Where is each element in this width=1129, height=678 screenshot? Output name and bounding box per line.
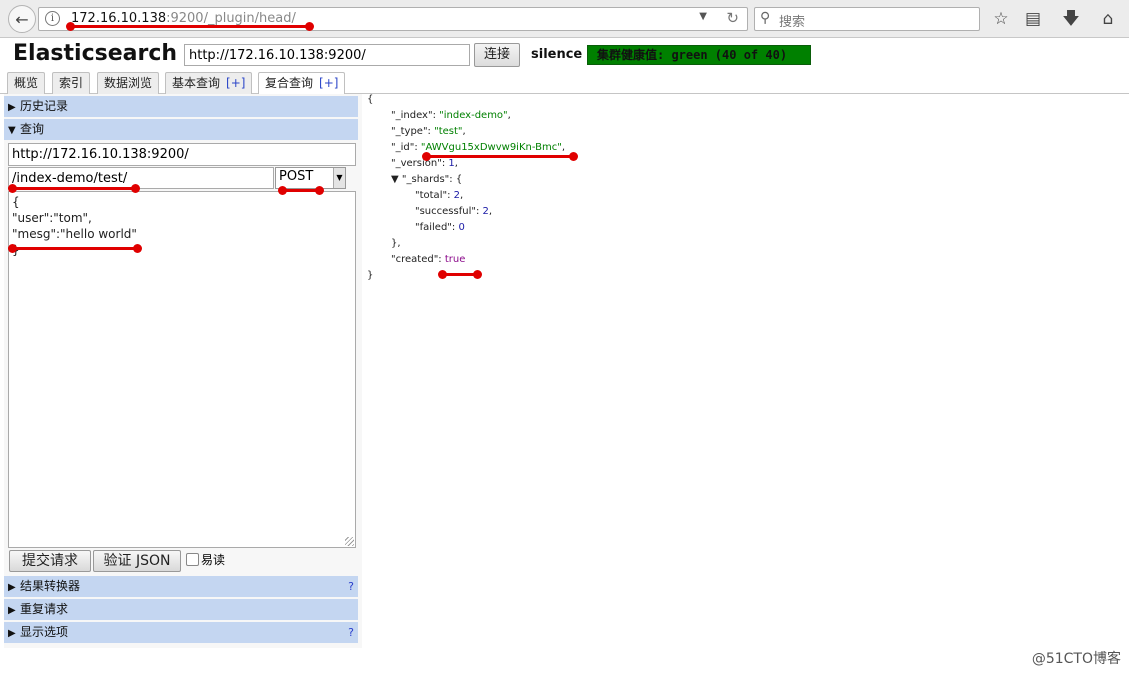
json-key: "total" [415,190,448,201]
url-host: 172.16.10.138 [71,11,167,26]
json-open-brace: { [367,94,374,105]
json-value: 2 [482,206,489,217]
json-line-created: "created": true [391,254,466,265]
info-icon[interactable]: i [45,11,60,26]
cluster-name: silence [531,47,583,62]
json-key: "_version" [391,158,442,169]
json-line-failed: "failed": 0 [415,222,465,233]
browser-search-box[interactable]: ⚲ 搜索 [754,7,980,31]
history-section-header[interactable]: ▶ 历史记录 [4,96,358,117]
annotation-underline [8,244,142,253]
annotation-underline [278,186,324,195]
connect-button[interactable]: 连接 [474,43,520,67]
json-key: "_shards" [401,174,450,185]
annotation-underline [66,22,314,31]
json-line-index: "_index": "index-demo", [391,110,511,121]
request-body-textarea[interactable]: { "user":"tom", "mesg":"hello world" } [8,191,356,548]
app-title: Elasticsearch [13,41,178,66]
request-path-input[interactable] [8,167,274,189]
cluster-url-input[interactable] [184,44,470,66]
json-shards-close: }, [391,238,401,249]
json-value: "test" [434,126,463,137]
json-key: "_id" [391,142,415,153]
section-label: 显示选项 [20,625,69,639]
annotation-underline [8,184,140,193]
json-close-brace: } [367,270,374,281]
bookmarks-list-icon[interactable]: ▤ [1022,8,1044,30]
annotation-underline [422,152,578,161]
tab-indices[interactable]: 索引 [52,72,91,94]
json-line-successful: "successful": 2, [415,206,493,217]
tab-label: 索引 [59,76,84,90]
section-label: 历史记录 [20,99,69,113]
tab-overview[interactable]: 概览 [7,72,46,94]
json-key: "created" [391,254,439,265]
tab-basic-query[interactable]: 基本查询 [+] [165,72,253,94]
validate-json-button[interactable]: 验证 JSON [93,550,181,572]
json-line-id: "_id": "AWVgu15xDwvw9iKn-Bmc", [391,142,565,153]
json-value: 1 [448,158,455,169]
json-key: "failed" [415,222,452,233]
query-section-header[interactable]: ▼ 查询 [4,119,358,140]
reload-icon[interactable]: ↻ [726,9,739,27]
expand-triangle-icon: ▶ [8,628,16,639]
easy-read-label: 易读 [201,553,226,567]
help-icon[interactable]: ? [348,576,354,597]
collapse-triangle-icon[interactable]: ▼ [391,174,399,185]
expand-triangle-icon: ▶ [8,605,16,616]
repeat-request-header[interactable]: ▶ 重复请求 [4,599,358,620]
easy-read-checkbox[interactable] [186,553,199,566]
section-label: 查询 [20,122,45,136]
help-icon[interactable]: ? [348,622,354,643]
chevron-down-icon: ▼ [333,168,345,188]
collapse-triangle-icon: ▼ [8,125,16,136]
method-value: POST [279,169,314,184]
submit-request-button[interactable]: 提交请求 [9,550,91,572]
result-transformer-header[interactable]: ▶ 结果转换器? [4,576,358,597]
back-button[interactable]: ← [8,5,36,33]
watermark: @51CTO博客 [1031,651,1121,667]
http-method-select[interactable]: POST ▼ [275,167,346,189]
home-icon[interactable]: ⌂ [1097,8,1119,30]
search-placeholder: 搜索 [779,15,806,30]
tab-plus[interactable]: [+] [226,76,245,90]
json-line-shards: ▼ "_shards": { [391,174,463,185]
json-key: "_index" [391,110,433,121]
tab-label: 复合查询 [265,76,314,90]
easy-read-option[interactable]: 易读 [186,552,225,569]
tab-plus[interactable]: [+] [319,76,338,90]
json-key: "_type" [391,126,428,137]
tab-bar: 概览 索引 数据浏览 基本查询 [+] 复合查询 [+] [0,72,1129,95]
url-path: :9200/_plugin/head/ [166,11,296,26]
cluster-health-badge: 集群健康值: green (40 of 40) [587,45,811,65]
json-line-type: "_type": "test", [391,126,466,137]
download-icon[interactable]: 🡇 [1060,8,1082,30]
address-url[interactable]: 172.16.10.138:9200/_plugin/head/ [71,11,296,26]
tab-label: 数据浏览 [104,76,153,90]
back-arrow-icon: ← [15,9,29,29]
json-value: 0 [458,222,465,233]
json-value: "AWVgu15xDwvw9iKn-Bmc" [420,142,562,153]
expand-triangle-icon: ▶ [8,582,16,593]
json-line-total: "total": 2, [415,190,464,201]
url-dropdown-icon[interactable]: ▼ [699,11,707,22]
json-key: "successful" [415,206,476,217]
section-label: 重复请求 [20,602,69,616]
tab-label: 概览 [14,76,39,90]
server-url-input[interactable] [8,143,356,166]
expand-triangle-icon: ▶ [8,102,16,113]
display-options-header[interactable]: ▶ 显示选项? [4,622,358,643]
json-value: true [444,254,466,265]
tab-browser[interactable]: 数据浏览 [97,72,160,94]
bookmark-star-icon[interactable]: ☆ [990,8,1012,30]
resize-grip-icon[interactable] [345,537,354,546]
search-icon: ⚲ [760,10,771,26]
browser-toolbar: ← i 172.16.10.138:9200/_plugin/head/ ▼ ↻… [0,0,1129,38]
json-value: 2 [453,190,461,201]
json-value: "index-demo" [439,110,508,121]
section-label: 结果转换器 [20,579,81,593]
annotation-underline [438,270,482,279]
tab-label: 基本查询 [172,76,221,90]
tab-compound-query[interactable]: 复合查询 [+] [258,72,346,95]
